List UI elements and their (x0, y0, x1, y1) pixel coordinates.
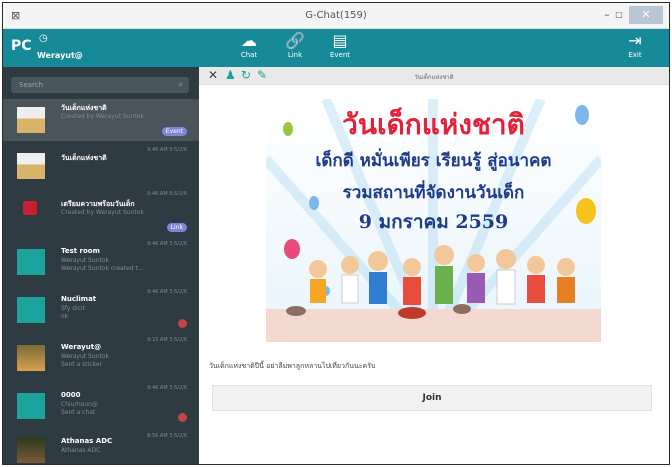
chat-item[interactable]: Nuclimat Sfy dicit ok 9:46 AM 3:5/2/6 (3, 285, 199, 333)
avatar (17, 437, 45, 463)
chat-item[interactable]: Werayut@ Werayut Suntok Sent a sticker 9… (3, 333, 199, 381)
avatar (17, 153, 45, 179)
app-header: PC ◷ Werayut@ ☁ Chat 🔗 Link ▤ Event ⇥ Ex… (3, 29, 669, 67)
event-description: วันเด็กแห่งชาติปีนี้ อย่าลืมพาลูกหลานไปเ… (209, 362, 376, 370)
maximize-button[interactable]: □ (609, 6, 629, 24)
unread-dot (178, 413, 187, 422)
avatar (17, 345, 45, 371)
chat-time: 9:15 AM 3:5/2/6 (147, 337, 187, 343)
chat-title: Werayut@ (61, 343, 102, 351)
window-title: G-Chat(159) (305, 10, 367, 21)
banner-date: 9 มกราคม 2559 (358, 211, 509, 233)
detail-title: วันเด็กแห่งชาติ (414, 74, 454, 81)
detail-toolbar: ✕ ♟ ↻ ✎ วันเด็กแห่งชาติ (199, 67, 669, 85)
chat-subtitle: Sfy dicit (61, 305, 86, 312)
unread-dot (178, 319, 187, 328)
chat-subtitle: Athanas ADC (61, 447, 101, 454)
chat-subtitle: Created by Werayut Suntok (61, 209, 144, 216)
link-icon: 🔗 (285, 31, 305, 50)
chat-time: 8:56 AM 3:5/2/6 (147, 433, 187, 439)
chat-subtitle: Chiurhoun@ (61, 401, 98, 408)
chat-title: 0000 (61, 391, 81, 399)
join-button[interactable]: Join (212, 385, 652, 411)
banner-title: วันเด็กแห่งชาติ (342, 108, 525, 141)
user-avatar-icon (17, 249, 45, 275)
nav-chat-button[interactable]: ☁ Chat (231, 31, 267, 59)
current-username: Werayut@ (37, 51, 83, 60)
user-avatar-icon (17, 297, 45, 323)
chat-title: Nuclimat (61, 295, 97, 303)
pc-logo: PC (11, 38, 32, 54)
chat-detail-panel: ✕ ♟ ↻ ✎ วันเด็กแห่งชาติ วันเด็กแห่งชาติ … (199, 67, 669, 464)
chat-title: Test room (61, 247, 100, 255)
chat-time: 9:46 AM 3:5/2/6 (147, 241, 187, 247)
chat-subtitle: Werayut Suntok created t... (61, 265, 144, 272)
calendar-icon: ▤ (332, 31, 348, 50)
chat-subtitle: Werayut Suntok (61, 257, 109, 264)
link-badge: Link (166, 223, 187, 232)
chat-title: วันเด็กแห่งชาติ (61, 154, 107, 162)
chat-item[interactable]: Test room Werayut Suntok Werayut Suntok … (3, 237, 199, 285)
chat-subtitle: Sent a sticker (61, 361, 103, 368)
chat-time: 9:46 AM 3:5/2/6 (147, 385, 187, 391)
event-banner-image: วันเด็กแห่งชาติ เด็กดี หมั่นเพียร เรียนร… (266, 99, 601, 342)
event-badge: Event (161, 127, 187, 136)
close-icon: ✕ (641, 8, 651, 21)
close-button[interactable]: ✕ (629, 6, 663, 24)
chat-subtitle: Werayut Suntok (61, 353, 109, 360)
search-icon: ⌕ (178, 80, 183, 89)
chat-time: 9:46 AM 9:5/2/6 (147, 147, 187, 153)
chat-sidebar: Search ⌕ วันเด็กแห่งชาติ Created by Wera… (3, 67, 199, 464)
chat-item[interactable]: 0000 Chiurhoun@ Sent a chat 9:46 AM 3:5/… (3, 381, 199, 429)
chat-subtitle: ok (61, 313, 69, 320)
chat-item[interactable]: วันเด็กแห่งชาติ Created by Werayut Sunto… (3, 99, 199, 141)
status-clock-icon: ◷ (39, 33, 48, 44)
nav-link-label: Link (287, 51, 303, 59)
banner-subtitle: รวมสถานที่จัดงานวันเด็ก (342, 183, 525, 203)
exit-button[interactable]: ⇥ Exit (617, 31, 653, 59)
app-window: ⊠ G-Chat(159) – ✕ □ PC ◷ Werayut@ ☁ Chat… (2, 2, 670, 465)
nav-event-button[interactable]: ▤ Event (322, 31, 358, 59)
exit-icon: ⇥ (628, 31, 642, 50)
chat-time: 9:46 AM 3:5/2/6 (147, 289, 187, 295)
search-placeholder: Search (19, 81, 44, 89)
chat-item[interactable]: Athanas ADC Athanas ADC 8:56 AM 3:5/2/6 (3, 429, 199, 464)
nav-link-button[interactable]: 🔗 Link (277, 31, 313, 59)
avatar (23, 201, 37, 215)
search-input[interactable]: Search ⌕ (11, 77, 189, 93)
nav-chat-label: Chat (240, 51, 258, 59)
chat-subtitle: Sent a chat (61, 409, 96, 416)
avatar (17, 107, 45, 133)
banner-slogan: เด็กดี หมั่นเพียร เรียนรู้ สู่อนาคต (315, 151, 552, 171)
title-bar: ⊠ G-Chat(159) – ✕ □ (3, 3, 669, 29)
chat-item[interactable]: เตรียมความพร้อมวันเด็ก Created by Werayu… (3, 187, 199, 237)
cloud-chat-icon: ☁ (241, 31, 257, 50)
chat-item[interactable]: วันเด็กแห่งชาติ 9:46 AM 9:5/2/6 (3, 141, 199, 187)
nav-event-label: Event (329, 51, 351, 59)
user-avatar-icon (17, 393, 45, 419)
exit-label: Exit (628, 51, 642, 59)
chat-title: Athanas ADC (61, 437, 113, 445)
chat-time: 9:46 AM 9:5/2/6 (147, 191, 187, 197)
chat-subtitle: Created by Werayut Suntok (61, 113, 144, 120)
